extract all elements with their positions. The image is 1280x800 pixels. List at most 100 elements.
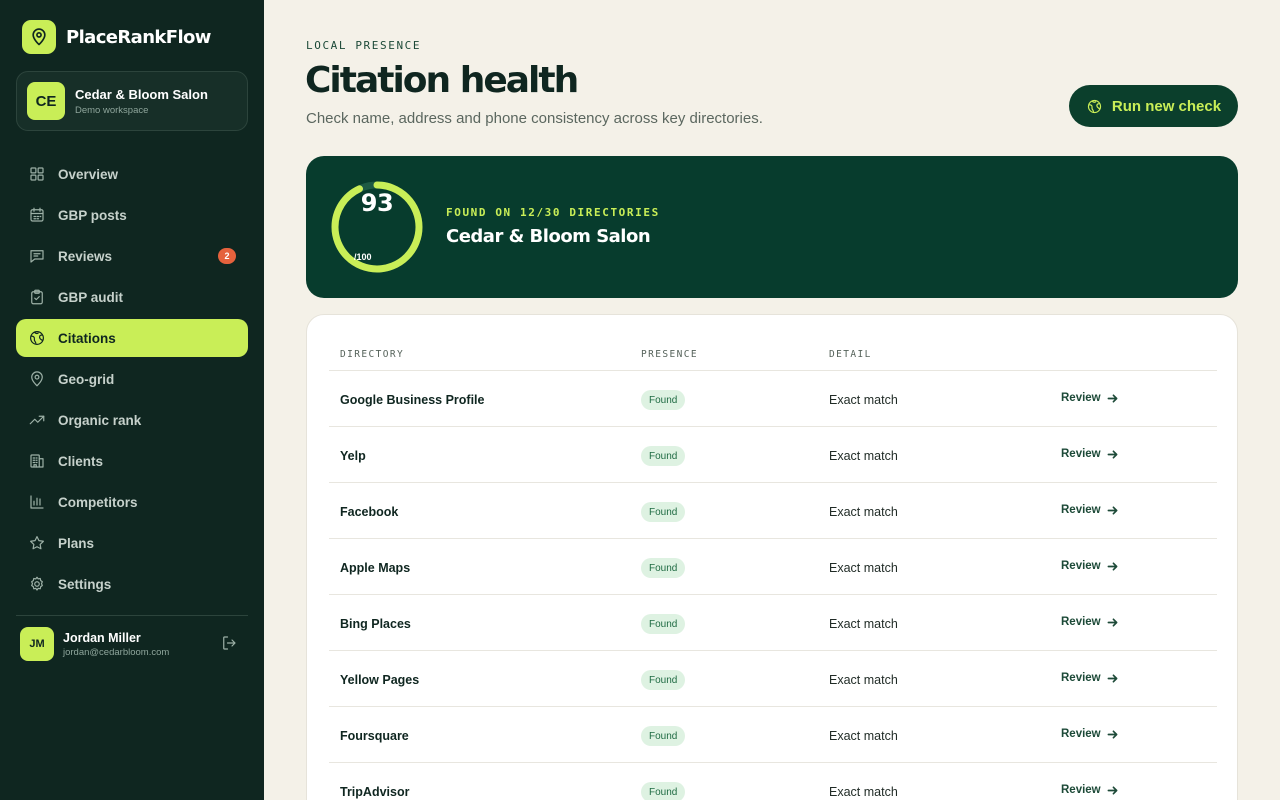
column-header-detail: DETAIL [829, 349, 872, 360]
table-row: TripAdvisor Found Exact match Review [329, 763, 1217, 800]
building-icon [30, 454, 44, 468]
review-label: Review [1061, 672, 1101, 684]
status-badge: Found [641, 670, 686, 690]
review-link[interactable]: Review [1061, 672, 1118, 684]
message-icon [30, 250, 44, 263]
arrow-right-icon [1107, 561, 1118, 571]
section-eyebrow: LOCAL PRESENCE [306, 39, 422, 52]
directory-name: Bing Places [340, 617, 411, 631]
review-label: Review [1061, 784, 1101, 796]
review-link[interactable]: Review [1061, 448, 1118, 460]
review-label: Review [1061, 448, 1101, 460]
avatar: JM [20, 627, 54, 661]
table-row: Google Business Profile Found Exact match R… [329, 371, 1217, 427]
page-title: Citation health [305, 60, 579, 101]
detail-text: Exact match [829, 729, 898, 743]
status-badge: Found [641, 502, 686, 522]
review-label: Review [1061, 392, 1101, 404]
review-link[interactable]: Review [1061, 392, 1118, 404]
directory-name: TripAdvisor [340, 785, 410, 799]
sidebar-item-reviews[interactable]: Reviews 2 [16, 237, 248, 275]
brand[interactable]: PlaceRankFlow [22, 20, 211, 54]
business-name: Cedar & Bloom Salon [446, 226, 651, 247]
sidebar-nav: Overview GBP posts Reviews 2 GBP audit C… [16, 155, 248, 606]
sidebar-item-organic-rank[interactable]: Organic rank [16, 401, 248, 439]
map-pin-icon [22, 20, 56, 54]
directory-name: Foursquare [340, 729, 409, 743]
user-email: jordan@cedarbloom.com [63, 646, 170, 658]
score-card: 93 /100 FOUND ON 12/30 DIRECTORIES Cedar… [306, 156, 1238, 298]
sidebar: PlaceRankFlow CE Cedar & Bloom Salon Dem… [0, 0, 264, 800]
directory-name: Apple Maps [340, 561, 411, 575]
detail-text: Exact match [829, 785, 898, 799]
clipboard-check-icon [31, 289, 43, 305]
sidebar-item-citations[interactable]: Citations [16, 319, 248, 357]
review-label: Review [1061, 728, 1101, 740]
directory-name: Yellow Pages [340, 673, 420, 687]
status-badge: Found [641, 558, 686, 578]
sidebar-item-gbp-audit[interactable]: GBP audit [16, 278, 248, 316]
sidebar-item-overview[interactable]: Overview [16, 155, 248, 193]
sidebar-item-label: Competitors [58, 494, 138, 510]
status-badge: Found [641, 390, 686, 410]
sidebar-divider [16, 615, 248, 616]
citations-table: DIRECTORY PRESENCE DETAIL Google Busines… [306, 314, 1238, 800]
review-link[interactable]: Review [1061, 728, 1118, 740]
review-link[interactable]: Review [1061, 784, 1118, 796]
sidebar-item-label: Plans [58, 535, 95, 551]
sidebar-item-settings[interactable]: Settings [16, 565, 248, 603]
user-name: Jordan Miller [63, 630, 141, 645]
directory-name: Facebook [340, 505, 399, 519]
globe-icon [1087, 99, 1102, 113]
review-label: Review [1061, 560, 1101, 572]
sidebar-item-label: Settings [58, 576, 112, 592]
review-label: Review [1061, 504, 1101, 516]
sidebar-item-label: GBP audit [58, 289, 124, 305]
table-row: Yelp Found Exact match Review [329, 427, 1217, 483]
calendar-icon [30, 207, 44, 222]
arrow-right-icon [1107, 673, 1118, 683]
logout-icon [223, 636, 236, 650]
status-badge: Found [641, 726, 686, 746]
table-row: Apple Maps Found Exact match Review [329, 539, 1217, 595]
arrow-right-icon [1107, 449, 1118, 459]
table-row: Facebook Found Exact match Review [329, 483, 1217, 539]
logout-button[interactable] [220, 634, 240, 654]
sidebar-item-label: Reviews [58, 248, 113, 264]
sidebar-item-clients[interactable]: Clients [16, 442, 248, 480]
sidebar-item-plans[interactable]: Plans [16, 524, 248, 562]
sidebar-item-competitors[interactable]: Competitors [16, 483, 248, 521]
detail-text: Exact match [829, 505, 898, 519]
found-on-directories-label: FOUND ON 12/30 DIRECTORIES [446, 206, 660, 219]
review-link[interactable]: Review [1061, 616, 1118, 628]
run-new-check-button[interactable]: Run new check [1069, 85, 1238, 127]
status-badge: Found [641, 782, 686, 800]
map-pin-icon [31, 371, 43, 387]
review-label: Review [1061, 616, 1101, 628]
status-badge: Found [641, 446, 686, 466]
review-link[interactable]: Review [1061, 560, 1118, 572]
table-header: DIRECTORY PRESENCE DETAIL [329, 315, 1217, 371]
review-link[interactable]: Review [1061, 504, 1118, 516]
workspace-subtitle: Demo workspace [75, 104, 149, 116]
sidebar-item-geo-grid[interactable]: Geo-grid [16, 360, 248, 398]
arrow-right-icon [1107, 617, 1118, 627]
table-row: Foursquare Found Exact match Review [329, 707, 1217, 763]
brand-name: PlaceRankFlow [66, 26, 211, 48]
sidebar-item-label: GBP posts [58, 207, 127, 223]
workspace-name: Cedar & Bloom Salon [75, 86, 208, 102]
table-body: Google Business Profile Found Exact match R… [329, 371, 1217, 800]
table-row: Yellow Pages Found Exact match Review [329, 651, 1217, 707]
sidebar-item-label: Clients [58, 453, 104, 469]
reviews-count-badge: 2 [218, 248, 236, 264]
status-badge: Found [641, 614, 686, 634]
user-profile[interactable]: JM Jordan Miller jordan@cedarbloom.com [20, 626, 244, 662]
sidebar-item-gbp-posts[interactable]: GBP posts [16, 196, 248, 234]
workspace-switcher[interactable]: CE Cedar & Bloom Salon Demo workspace [16, 71, 248, 131]
table-row: Bing Places Found Exact match Review [329, 595, 1217, 651]
column-header-presence: PRESENCE [641, 349, 698, 360]
directory-name: Yelp [340, 449, 366, 463]
sidebar-item-label: Citations [58, 330, 116, 346]
detail-text: Exact match [829, 673, 898, 687]
gear-icon [31, 576, 43, 591]
